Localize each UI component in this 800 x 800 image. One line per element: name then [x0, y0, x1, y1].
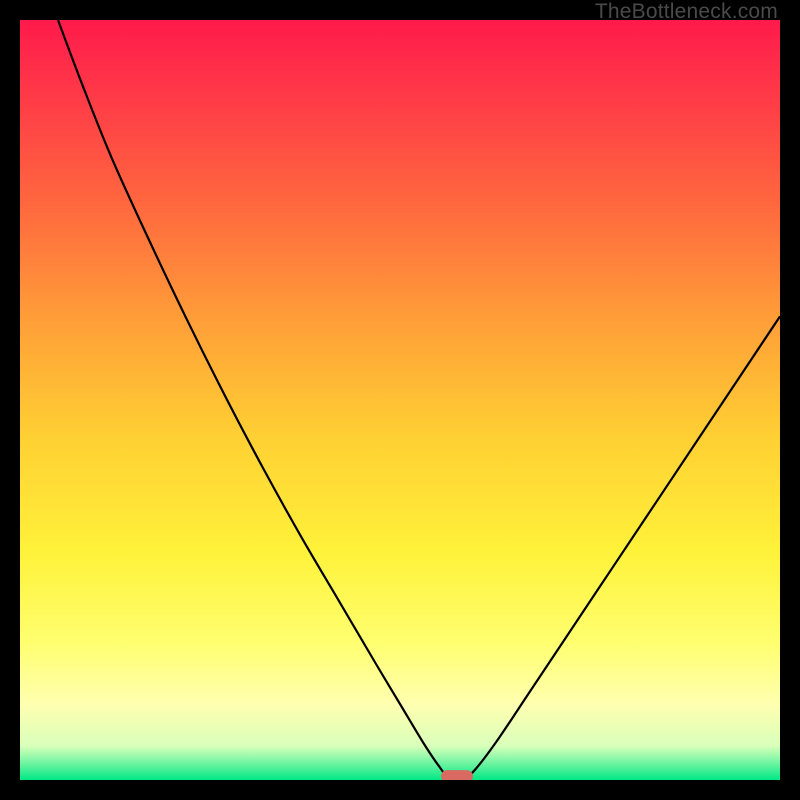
plot-svg	[20, 20, 780, 780]
watermark-text: TheBottleneck.com	[595, 0, 778, 24]
optimal-marker	[441, 770, 473, 780]
gradient-background	[20, 20, 780, 780]
chart-frame: TheBottleneck.com	[0, 0, 800, 800]
plot-area	[20, 20, 780, 780]
